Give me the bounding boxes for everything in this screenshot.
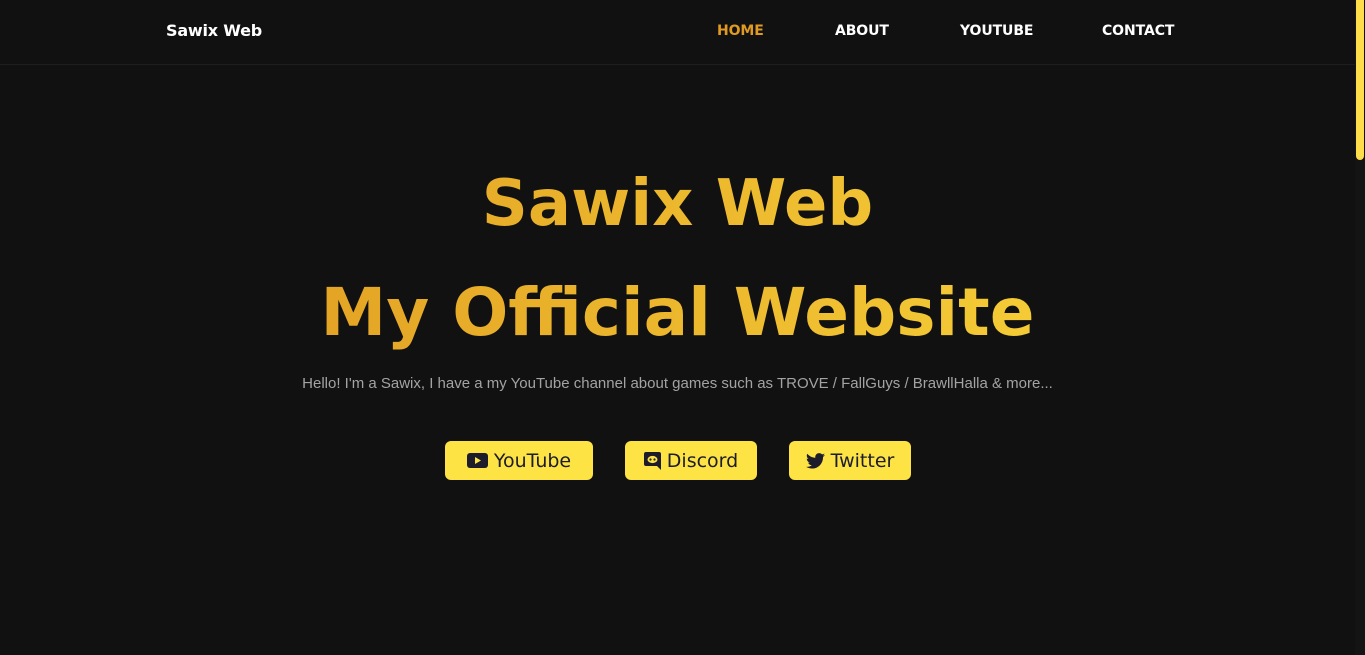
youtube-button[interactable]: YouTube bbox=[445, 441, 593, 480]
discord-icon bbox=[643, 451, 661, 470]
page: Sawix Web HOME ABOUT YOUTUBE CONTACT Saw… bbox=[0, 0, 1365, 655]
page-scrollbar[interactable] bbox=[1355, 0, 1365, 655]
nav-link-about[interactable]: ABOUT bbox=[835, 23, 889, 39]
twitter-button-label: Twitter bbox=[830, 449, 895, 472]
hero-subtitle: Hello! I'm a Sawix, I have a my YouTube … bbox=[302, 375, 1053, 392]
nav-link-youtube[interactable]: YOUTUBE bbox=[960, 23, 1033, 39]
twitter-icon bbox=[805, 452, 825, 469]
discord-button-label: Discord bbox=[666, 449, 739, 472]
site-header: Sawix Web HOME ABOUT YOUTUBE CONTACT bbox=[0, 0, 1355, 65]
hero-title: Sawix Web bbox=[0, 166, 1355, 242]
discord-button[interactable]: Discord bbox=[625, 441, 757, 480]
nav-link-contact[interactable]: CONTACT bbox=[1102, 23, 1174, 39]
site-logo[interactable]: Sawix Web bbox=[166, 21, 262, 40]
hero-tagline: My Official Website bbox=[0, 274, 1355, 352]
youtube-button-label: YouTube bbox=[493, 449, 572, 472]
nav-link-home[interactable]: HOME bbox=[717, 23, 764, 39]
scrollbar-thumb[interactable] bbox=[1356, 0, 1364, 160]
twitter-button[interactable]: Twitter bbox=[789, 441, 911, 480]
youtube-icon bbox=[466, 453, 488, 468]
